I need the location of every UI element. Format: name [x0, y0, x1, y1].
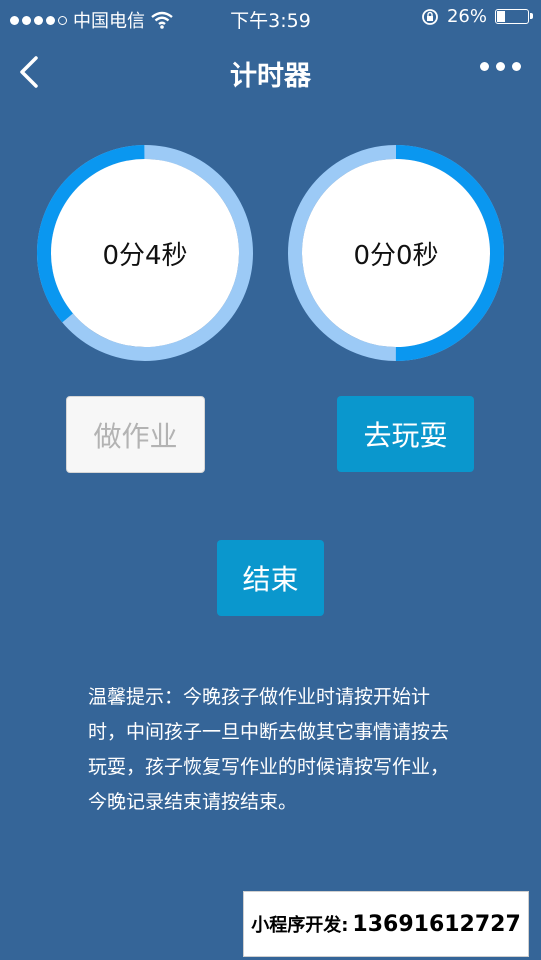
- more-dots-icon: [480, 62, 489, 71]
- banner-label: 小程序开发:: [251, 915, 349, 936]
- homework-button[interactable]: 做作业: [66, 396, 205, 473]
- banner-phone: 13691612727: [352, 911, 521, 937]
- end-button[interactable]: 结束: [217, 540, 324, 616]
- nav-bar: 计时器: [0, 36, 541, 106]
- homework-timer: 0分4秒: [36, 144, 254, 362]
- battery-percent: 26%: [446, 6, 487, 27]
- more-button[interactable]: [480, 62, 521, 71]
- status-bar: 中国电信 下午3:59 26%: [0, 0, 541, 36]
- battery-icon: [495, 9, 533, 24]
- developer-contact-banner: 小程序开发: 13691612727: [243, 891, 529, 957]
- homework-timer-label: 0分4秒: [102, 240, 188, 271]
- play-button[interactable]: 去玩耍: [337, 396, 474, 472]
- hint-text: 温馨提示：今晚孩子做作业时请按开始计时，中间孩子一旦中断去做其它事情请按去玩耍，…: [88, 686, 450, 813]
- play-timer-label: 0分0秒: [353, 240, 439, 271]
- page-title: 计时器: [230, 61, 311, 92]
- play-timer: 0分0秒: [287, 144, 505, 362]
- orientation-lock-icon: [422, 8, 438, 25]
